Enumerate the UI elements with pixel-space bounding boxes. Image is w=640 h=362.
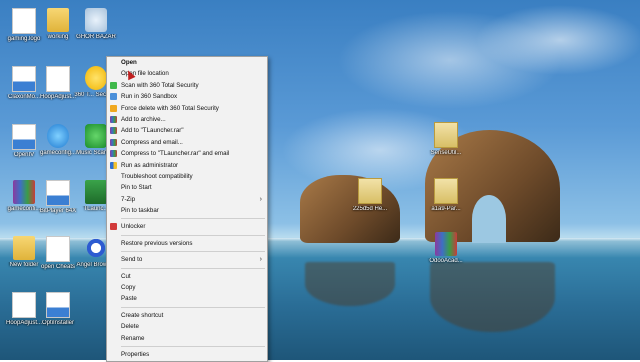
chevron-right-icon: › (259, 195, 262, 203)
desktop-icon-a1a9-par[interactable]: a1a9-Par... (422, 178, 470, 226)
desktop-icon-optiinstaller[interactable]: OptiInstaller (34, 292, 82, 340)
winrar-icon (110, 127, 117, 135)
menu-item-compress-and-email[interactable]: Compress and email... (107, 137, 267, 148)
menu-separator (121, 234, 265, 236)
menu-item-force-delete-360[interactable]: Force delete with 360 Total Security (107, 103, 267, 114)
desktop-icon-odooacad[interactable]: OdooAcad... (422, 232, 470, 280)
desktop-icon-recycle-bin[interactable]: GHOR BAZAR (72, 8, 120, 56)
document-icon (46, 66, 70, 92)
menu-item-troubleshoot-compatibility[interactable]: Troubleshoot compatibility (107, 171, 267, 182)
unlocker-icon (110, 223, 117, 231)
chevron-right-icon: › (259, 256, 262, 264)
menu-separator (121, 306, 265, 308)
scanner-app-icon (85, 124, 107, 148)
exe-file-icon (12, 124, 36, 150)
360-security-icon (110, 81, 117, 89)
menu-item-pin-to-start[interactable]: Pin to Start (107, 182, 267, 193)
minecraft-launcher-icon (85, 180, 107, 204)
menu-item-pin-to-taskbar[interactable]: Pin to taskbar (107, 205, 267, 216)
menu-item-cut[interactable]: Cut (107, 271, 267, 282)
zip-file-icon (434, 178, 458, 204)
document-icon (12, 292, 36, 318)
menu-item-add-to-tlauncher-rar[interactable]: Add to "TLauncher.rar" (107, 125, 267, 136)
force-delete-icon (110, 104, 117, 112)
desktop-icon-225d5d[interactable]: 225d5d He... (346, 178, 394, 226)
folder-icon (47, 8, 69, 32)
menu-item-compress-tlauncher-email[interactable]: Compress to "TLauncher.rar" and email (107, 148, 267, 159)
wallpaper-arch-opening (472, 195, 506, 243)
menu-item-scan-360[interactable]: Scan with 360 Total Security (107, 80, 267, 91)
menu-item-paste[interactable]: Paste (107, 293, 267, 304)
menu-item-run-360-sandbox[interactable]: Run in 360 Sandbox (107, 91, 267, 102)
menu-item-send-to[interactable]: Send to › (107, 254, 267, 265)
exe-file-icon (46, 180, 70, 206)
menu-item-delete[interactable]: Delete (107, 321, 267, 332)
folder-icon (13, 236, 35, 260)
menu-item-create-shortcut[interactable]: Create shortcut (107, 310, 267, 321)
document-icon (46, 236, 70, 262)
winrar-archive-icon (13, 180, 35, 204)
menu-item-rename[interactable]: Rename (107, 333, 267, 344)
winrar-archive-icon (435, 232, 457, 256)
winrar-icon (110, 150, 117, 158)
wallpaper-reflection-left (305, 262, 395, 306)
menu-separator (121, 251, 265, 253)
menu-separator (121, 267, 265, 269)
context-menu: Open Open file location Scan with 360 To… (106, 56, 268, 362)
menu-item-run-as-administrator[interactable]: Run as administrator (107, 160, 267, 171)
menu-separator (121, 345, 265, 347)
menu-separator (121, 218, 265, 220)
zip-file-icon (358, 178, 382, 204)
360-security-icon (85, 66, 107, 90)
internet-explorer-icon (47, 124, 69, 148)
zip-file-icon (434, 122, 458, 148)
menu-item-properties[interactable]: Properties (107, 349, 267, 360)
uac-shield-icon (110, 161, 117, 169)
menu-item-add-to-archive[interactable]: Add to archive... (107, 114, 267, 125)
winrar-icon (110, 138, 117, 146)
exe-file-icon (12, 66, 36, 92)
desktop-icon-senseutil[interactable]: SenseUtil... (422, 122, 470, 170)
exe-file-icon (46, 292, 70, 318)
winrar-icon (110, 115, 117, 123)
menu-item-copy[interactable]: Copy (107, 282, 267, 293)
image-file-icon (12, 8, 36, 34)
sandbox-icon (110, 93, 117, 101)
menu-item-unlocker[interactable]: Unlocker (107, 221, 267, 232)
browser-icon (85, 236, 107, 260)
menu-item-7zip[interactable]: 7-Zip › (107, 194, 267, 205)
recycle-bin-icon (85, 8, 107, 32)
menu-item-restore-previous-versions[interactable]: Restore previous versions (107, 238, 267, 249)
menu-item-open[interactable]: Open (107, 57, 267, 68)
